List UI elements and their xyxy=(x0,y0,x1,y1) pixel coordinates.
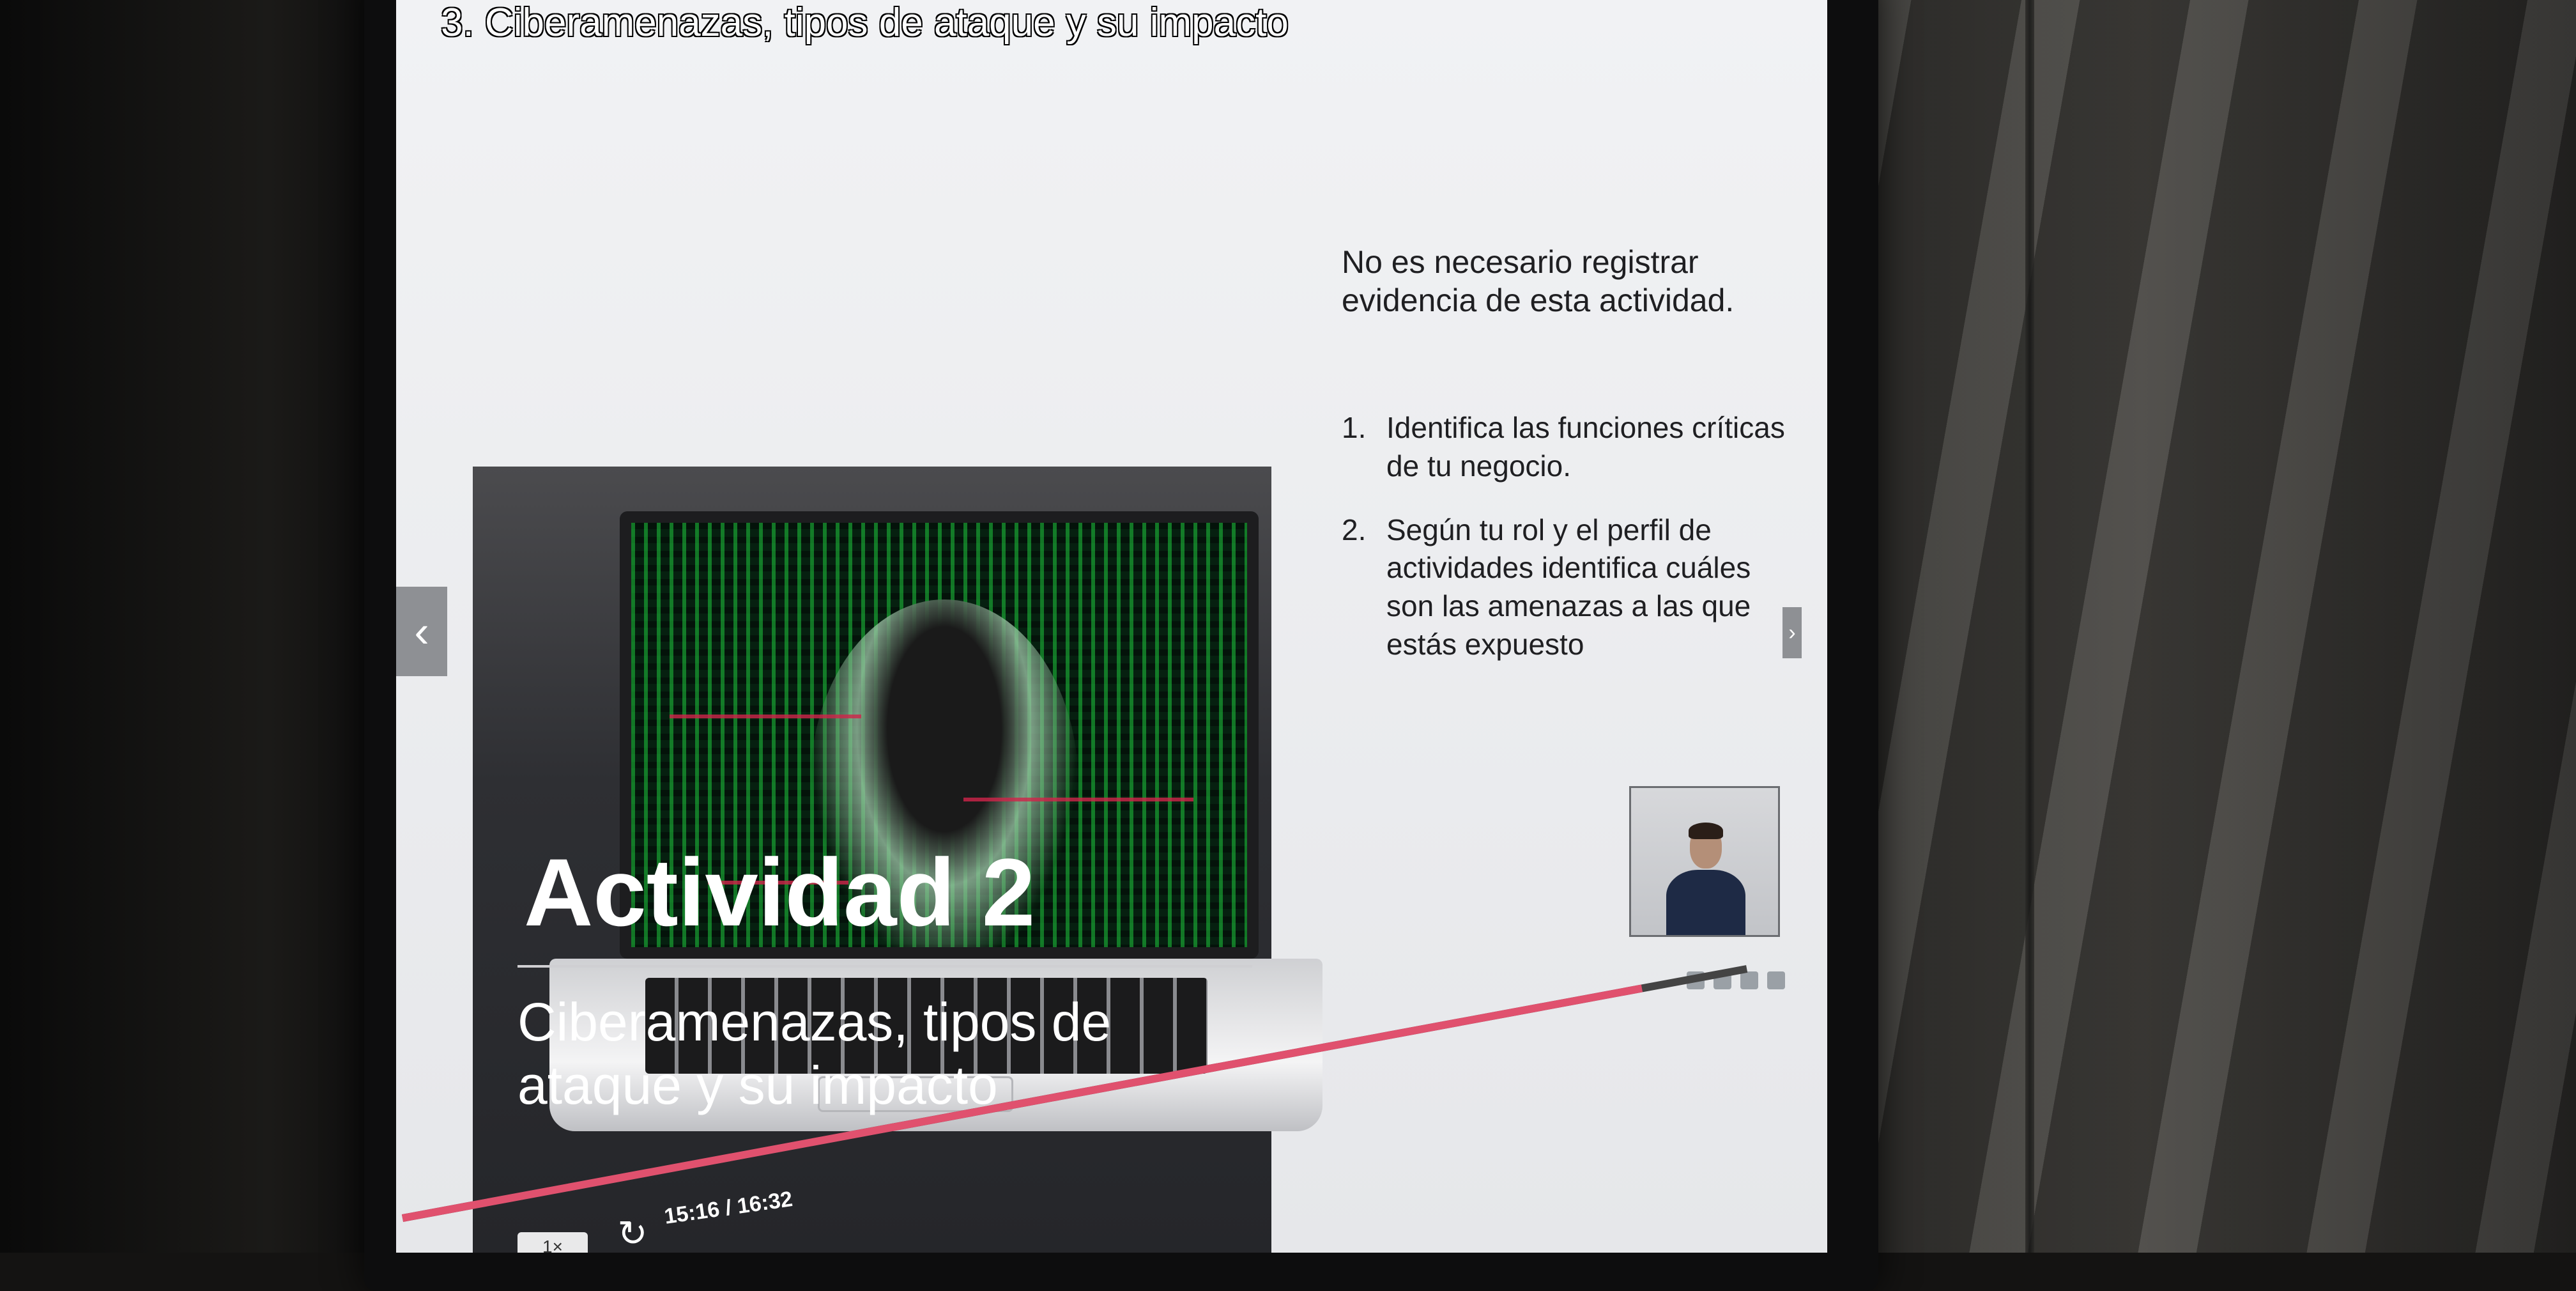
presenter-video-thumbnail[interactable] xyxy=(1629,786,1780,937)
step-text: Identifica las funciones críticas de tu … xyxy=(1386,411,1785,483)
instructions: No es necesario registrar evidencia de e… xyxy=(1342,243,1789,690)
concrete-wall xyxy=(1853,0,2576,1253)
next-slide-button[interactable]: › xyxy=(1782,607,1802,658)
step-number: 2. xyxy=(1342,513,1367,546)
fullscreen-icon[interactable] xyxy=(1767,971,1785,989)
presenter-hair xyxy=(1689,823,1723,839)
presenter-body xyxy=(1666,870,1745,935)
wall-crack xyxy=(2025,0,2034,1253)
list-item: 2. Según tu rol y el perfil de actividad… xyxy=(1342,511,1789,664)
red-code-line xyxy=(963,798,1193,801)
red-code-line xyxy=(670,715,861,718)
list-item: 1. Identifica las funciones críticas de … xyxy=(1342,409,1789,486)
time-separator: / xyxy=(723,1195,733,1221)
chevron-right-icon: › xyxy=(1788,621,1796,645)
settings-icon[interactable] xyxy=(1740,971,1758,989)
dark-wall xyxy=(0,0,383,1253)
presentation-screen: Actividad 2 Ciberamenazas, tipos de ataq… xyxy=(396,0,1827,1253)
playback-speed-button[interactable]: 1× xyxy=(518,1232,588,1253)
replay-icon[interactable]: ↻ xyxy=(613,1214,652,1253)
activity-title: Actividad 2 xyxy=(524,839,1036,946)
step-number: 1. xyxy=(1342,411,1367,444)
chevron-left-icon: ‹ xyxy=(414,607,429,656)
slide-title: 3. Ciberamenazas, tipos de ataque y su i… xyxy=(441,1,1289,45)
activity-subtitle: Ciberamenazas, tipos de ataque y su impa… xyxy=(518,992,1112,1116)
panel-divider xyxy=(518,965,1252,968)
evidence-note: No es necesario registrar evidencia de e… xyxy=(1342,244,1735,318)
steps-list: 1. Identifica las funciones críticas de … xyxy=(1342,409,1789,664)
prev-slide-button[interactable]: ‹ xyxy=(396,587,447,676)
step-text: Según tu rol y el perfil de actividades … xyxy=(1386,513,1751,661)
